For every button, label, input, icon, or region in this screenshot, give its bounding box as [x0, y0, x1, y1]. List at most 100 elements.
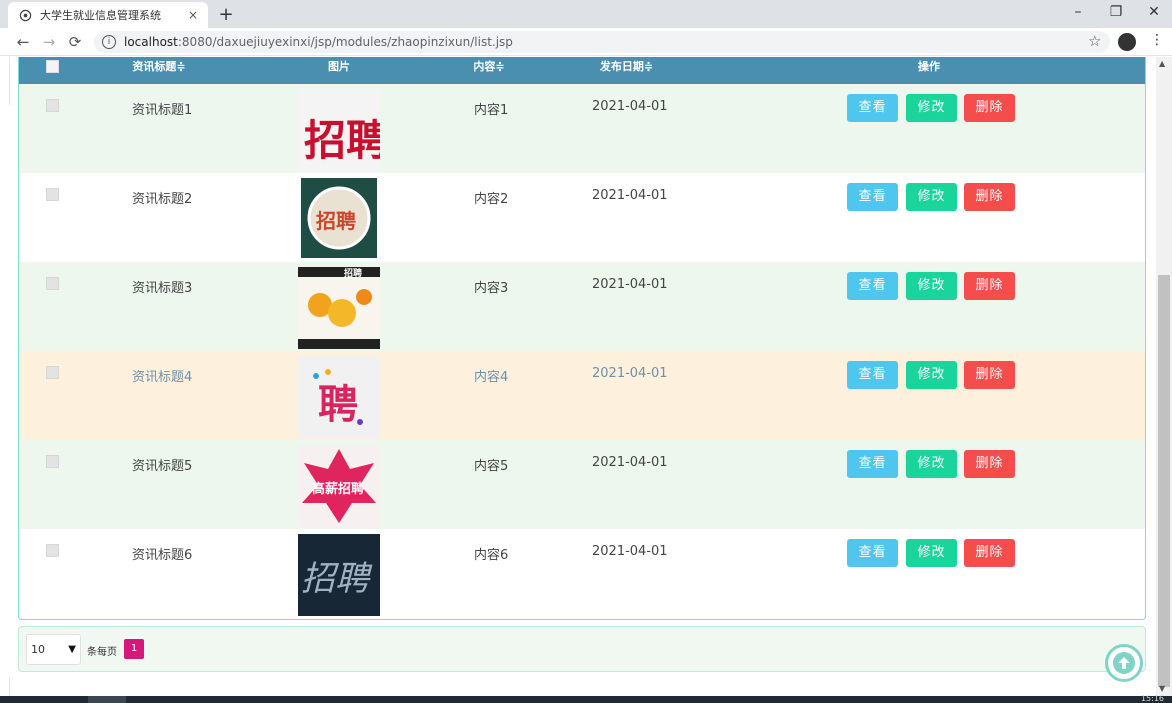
news-table: 资讯标题≑ 图片 内容≑ 发布日期≑ 操作 资讯标题1 招聘 内容1 2021-… — [18, 57, 1146, 620]
cell-date: 2021-04-01 — [592, 455, 668, 470]
taskbar-clock: 15:16 — [1140, 694, 1164, 703]
row-checkbox[interactable] — [46, 277, 59, 290]
cell-date: 2021-04-01 — [592, 188, 668, 203]
cell-content: 内容6 — [474, 548, 509, 563]
news-image: 聘 — [298, 356, 380, 438]
table-row: 资讯标题1 招聘 内容1 2021-04-01 查看 修改 删除 — [19, 84, 1145, 173]
per-page-label: 条每页 — [87, 647, 117, 658]
edit-button[interactable]: 修改 — [906, 361, 957, 389]
minimize-button[interactable]: – — [1068, 4, 1088, 20]
row-checkbox[interactable] — [46, 455, 59, 468]
sidebar-edge — [0, 57, 10, 105]
row-checkbox[interactable] — [46, 544, 59, 557]
column-header-date[interactable]: 发布日期≑ — [584, 57, 669, 84]
new-tab-button[interactable]: + — [216, 4, 236, 25]
scroll-down-icon[interactable]: ▼ — [1159, 684, 1165, 693]
page-viewport: 资讯标题≑ 图片 内容≑ 发布日期≑ 操作 资讯标题1 招聘 内容1 2021-… — [0, 57, 1172, 696]
edit-button[interactable]: 修改 — [906, 272, 957, 300]
bookmark-star-icon[interactable]: ☆ — [1088, 32, 1101, 50]
page-size-select[interactable]: 10 ▼ — [26, 634, 81, 665]
tab-title: 大学生就业信息管理系统 — [40, 9, 161, 22]
view-button[interactable]: 查看 — [847, 94, 898, 122]
cell-title: 资讯标题5 — [132, 459, 193, 474]
cell-content: 内容5 — [474, 459, 509, 474]
cell-date: 2021-04-01 — [592, 277, 668, 292]
sidebar-edge-bottom — [0, 677, 10, 696]
delete-button[interactable]: 删除 — [964, 183, 1015, 211]
table-row: 资讯标题6 招聘 内容6 2021-04-01 查看 修改 删除 — [19, 529, 1145, 618]
restore-button[interactable]: ❐ — [1106, 4, 1126, 20]
window-close-button[interactable]: ✕ — [1144, 4, 1164, 20]
cell-date: 2021-04-01 — [592, 544, 668, 559]
url-input[interactable]: i localhost:8080/daxuejiuyexinxi/jsp/mod… — [94, 31, 1110, 53]
image-text: 聘 — [318, 381, 358, 428]
tab-close-icon[interactable]: × — [188, 8, 198, 22]
news-image: 高薪招聘 — [298, 445, 380, 527]
cell-title: 资讯标题6 — [132, 548, 193, 563]
vertical-scrollbar[interactable]: ▲ ▼ — [1156, 57, 1172, 696]
forward-arrow-icon[interactable]: → — [40, 33, 58, 51]
delete-button[interactable]: 删除 — [964, 272, 1015, 300]
cell-title: 资讯标题2 — [132, 192, 193, 207]
delete-button[interactable]: 删除 — [964, 539, 1015, 567]
table-header: 资讯标题≑ 图片 内容≑ 发布日期≑ 操作 — [19, 57, 1145, 84]
row-checkbox[interactable] — [46, 188, 59, 201]
cell-content: 内容1 — [474, 103, 509, 118]
cell-content: 内容3 — [474, 281, 509, 296]
news-image: 招聘 — [298, 534, 380, 616]
scrollbar-thumb[interactable] — [1158, 275, 1170, 687]
image-text: 招聘 — [304, 116, 380, 165]
address-bar: ← → ⟳ i localhost:8080/daxuejiuyexinxi/j… — [0, 28, 1172, 56]
cell-title: 资讯标题3 — [132, 281, 193, 296]
site-favicon-icon — [18, 8, 32, 22]
table-row: 资讯标题4 聘 内容4 2021-04-01 查看 修改 删除 — [19, 351, 1145, 440]
url-host: localhost — [124, 35, 178, 49]
url-path: :8080/daxuejiuyexinxi/jsp/modules/zhaopi… — [177, 35, 513, 49]
scroll-up-icon[interactable]: ▲ — [1159, 59, 1165, 68]
row-checkbox[interactable] — [46, 366, 59, 379]
browser-tab[interactable]: 大学生就业信息管理系统 × — [8, 2, 208, 28]
column-header-title[interactable]: 资讯标题≑ — [119, 57, 199, 84]
delete-button[interactable]: 删除 — [964, 94, 1015, 122]
page-size-value: 10 — [31, 643, 45, 656]
news-image: 招聘 — [298, 267, 380, 349]
account-avatar-icon[interactable] — [1118, 33, 1136, 51]
edit-button[interactable]: 修改 — [906, 183, 957, 211]
site-info-icon[interactable]: i — [102, 35, 116, 49]
chevron-down-icon: ▼ — [68, 644, 76, 655]
browser-tab-bar: 大学生就业信息管理系统 × + – ❐ ✕ — [0, 0, 1172, 28]
table-row: 资讯标题3 招聘 内容3 2021-04-01 查看 修改 删除 — [19, 262, 1145, 351]
news-image: 招聘 — [301, 178, 377, 258]
image-text: 高薪招聘 — [312, 481, 364, 497]
view-button[interactable]: 查看 — [847, 539, 898, 567]
arrow-up-icon — [1113, 652, 1135, 674]
pagination: 10 ▼ 条每页 1 — [18, 626, 1146, 672]
column-header-content[interactable]: 内容≑ — [459, 57, 519, 84]
delete-button[interactable]: 删除 — [964, 450, 1015, 478]
view-button[interactable]: 查看 — [847, 450, 898, 478]
column-header-actions: 操作 — [918, 60, 940, 73]
edit-button[interactable]: 修改 — [906, 94, 957, 122]
edit-button[interactable]: 修改 — [906, 450, 957, 478]
back-arrow-icon[interactable]: ← — [14, 33, 32, 51]
back-to-top-button[interactable] — [1105, 644, 1143, 682]
view-button[interactable]: 查看 — [847, 361, 898, 389]
cell-title: 资讯标题1 — [132, 103, 193, 118]
taskbar-app-slot[interactable] — [88, 696, 126, 703]
reload-icon[interactable]: ⟳ — [66, 33, 84, 51]
view-button[interactable]: 查看 — [847, 272, 898, 300]
image-text: 招聘 — [316, 209, 356, 233]
column-header-image: 图片 — [328, 60, 350, 73]
delete-button[interactable]: 删除 — [964, 361, 1015, 389]
browser-menu-icon[interactable]: ⋮ — [1150, 32, 1164, 48]
cell-title: 资讯标题4 — [132, 370, 193, 385]
select-all-checkbox[interactable] — [46, 60, 59, 73]
cell-date: 2021-04-01 — [592, 99, 668, 114]
news-image: 招聘 — [298, 89, 380, 171]
cell-date: 2021-04-01 — [592, 366, 668, 381]
row-checkbox[interactable] — [46, 99, 59, 112]
page-number-button[interactable]: 1 — [124, 639, 144, 659]
view-button[interactable]: 查看 — [847, 183, 898, 211]
edit-button[interactable]: 修改 — [906, 539, 957, 567]
table-row: 资讯标题5 高薪招聘 内容5 2021-04-01 查看 修改 删除 — [19, 440, 1145, 529]
